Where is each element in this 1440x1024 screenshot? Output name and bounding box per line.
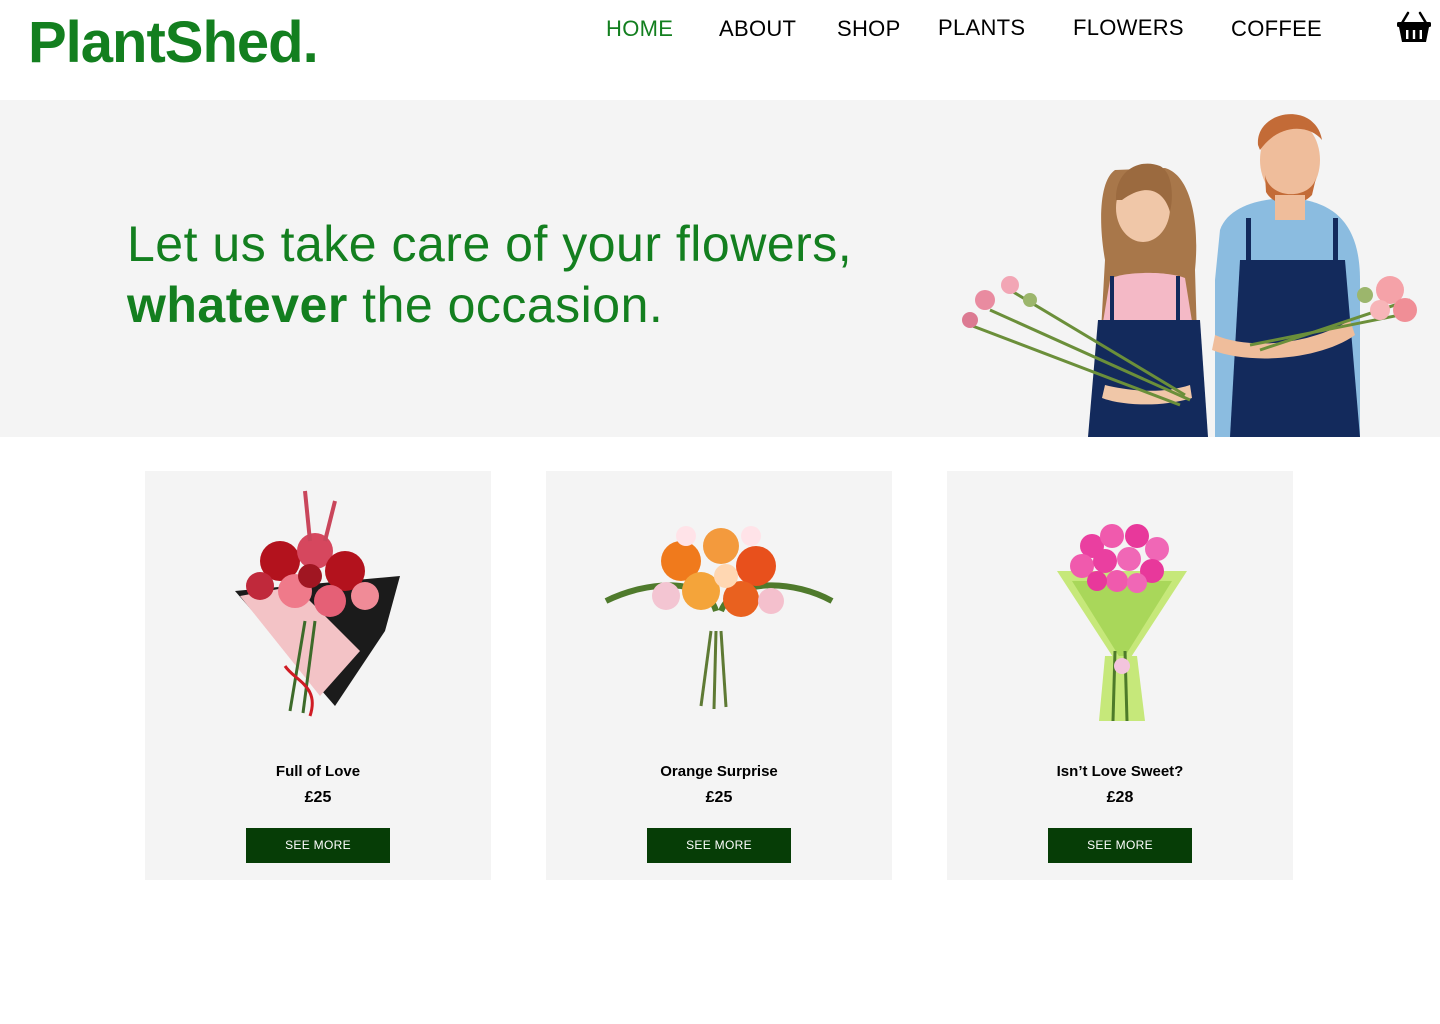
- see-more-button[interactable]: SEE MORE: [246, 828, 390, 863]
- product-card: Orange Surprise £25 SEE MORE: [546, 471, 892, 880]
- basket-icon[interactable]: [1396, 10, 1432, 44]
- hero-headline: Let us take care of your flowers, whatev…: [127, 214, 852, 336]
- product-image: [604, 526, 834, 710]
- nav-coffee[interactable]: COFFEE: [1231, 16, 1322, 42]
- product-price: £25: [705, 789, 733, 806]
- hero-line-2: whatever the occasion.: [127, 275, 852, 336]
- site-header: PlantShed. HOME ABOUT SHOP PLANTS FLOWER…: [0, 0, 1440, 100]
- hero-line-2-bold: whatever: [127, 277, 348, 333]
- hero-banner: Let us take care of your flowers, whatev…: [0, 100, 1440, 437]
- hero-florists-image: [962, 114, 1417, 437]
- nav-shop[interactable]: SHOP: [837, 16, 901, 42]
- product-card: Isn’t Love Sweet? £28 SEE MORE: [947, 471, 1293, 880]
- see-more-button[interactable]: SEE MORE: [1048, 828, 1192, 863]
- product-name: Isn’t Love Sweet?: [1056, 763, 1184, 780]
- nav-flowers[interactable]: FLOWERS: [1073, 15, 1184, 41]
- product-image: [235, 490, 400, 717]
- product-image: [1057, 524, 1187, 722]
- product-price: £25: [304, 789, 332, 806]
- hero-line-1: Let us take care of your flowers,: [127, 216, 853, 272]
- product-name: Orange Surprise: [660, 763, 778, 780]
- see-more-button[interactable]: SEE MORE: [647, 828, 791, 863]
- nav-home[interactable]: HOME: [606, 16, 673, 42]
- hero-line-2-rest: the occasion.: [347, 277, 664, 333]
- nav-about[interactable]: ABOUT: [719, 16, 796, 42]
- product-name: Full of Love: [275, 763, 361, 780]
- product-card: Full of Love £25 SEE MORE: [145, 471, 491, 880]
- product-price: £28: [1106, 789, 1134, 806]
- site-logo[interactable]: PlantShed.: [28, 8, 319, 78]
- nav-plants[interactable]: PLANTS: [938, 15, 1025, 41]
